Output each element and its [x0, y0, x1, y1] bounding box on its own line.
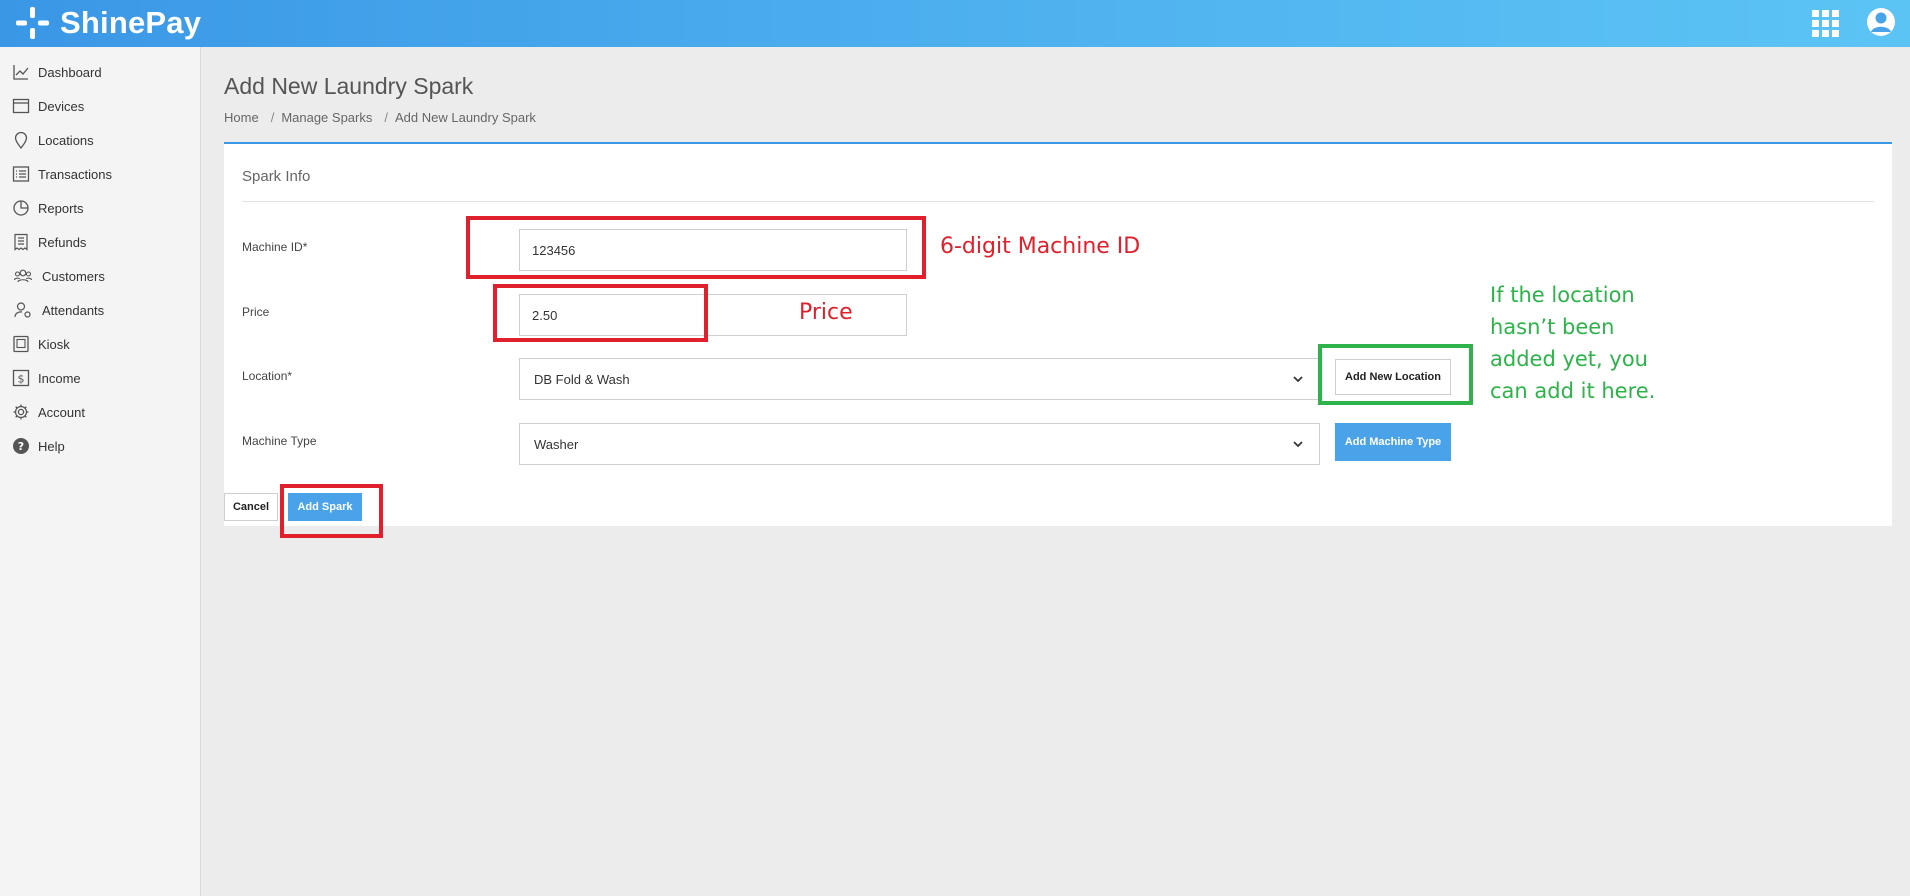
help-circle-icon: ?: [13, 438, 29, 454]
sidebar-item-account[interactable]: Account: [0, 397, 200, 427]
sidebar: Dashboard Devices Locations Transactions…: [0, 47, 201, 896]
sidebar-item-label: Attendants: [42, 302, 105, 318]
plus-spark-icon: [16, 7, 49, 39]
sidebar-item-kiosk[interactable]: Kiosk: [0, 329, 200, 359]
cancel-button[interactable]: Cancel: [224, 493, 278, 521]
kiosk-icon: [13, 335, 29, 353]
sidebar-item-attendants[interactable]: Attendants: [0, 295, 200, 325]
chevron-down-icon: [1293, 441, 1303, 448]
location-annotation-line: can add it here.: [1490, 379, 1656, 403]
window-icon: [12, 98, 30, 114]
sidebar-item-devices[interactable]: Devices: [0, 91, 200, 121]
machine-type-selected-value: Washer: [534, 436, 579, 452]
chart-line-icon: [13, 65, 29, 80]
sidebar-item-label: Dashboard: [38, 64, 102, 80]
top-header-bar: ShinePay: [0, 0, 1910, 47]
page-title: Add New Laundry Spark: [224, 73, 474, 99]
gear-icon: [13, 404, 29, 420]
machine-id-annotation: 6-digit Machine ID: [940, 234, 1141, 259]
machine-type-select[interactable]: Washer: [519, 423, 1320, 465]
sidebar-item-transactions[interactable]: Transactions: [0, 159, 200, 189]
machine-type-label: Machine Type: [242, 434, 317, 448]
breadcrumb-manage-sparks[interactable]: Manage Sparks: [281, 110, 372, 125]
sidebar-item-customers[interactable]: Customers: [0, 261, 200, 291]
location-label: Location*: [242, 369, 293, 383]
machine-id-label: Machine ID*: [242, 240, 308, 254]
users-icon: [13, 269, 33, 283]
app-name: ShinePay: [60, 5, 202, 40]
user-account-button[interactable]: [1866, 7, 1896, 37]
machine-id-highlight: [466, 216, 926, 279]
sidebar-item-income[interactable]: $ Income: [0, 363, 200, 393]
price-annotation: Price: [799, 300, 853, 325]
section-divider: [242, 201, 1874, 202]
list-icon: [12, 166, 30, 182]
add-location-highlight: [1318, 344, 1473, 405]
sidebar-item-reports[interactable]: Reports: [0, 193, 200, 223]
breadcrumb-current: Add New Laundry Spark: [395, 110, 536, 125]
apps-grid-icon: [1812, 10, 1839, 37]
pie-chart-icon: [13, 200, 29, 216]
svg-text:$: $: [18, 373, 25, 386]
app-logo[interactable]: ShinePay: [14, 4, 201, 42]
dollar-icon: $: [12, 369, 30, 387]
sidebar-item-label: Help: [38, 438, 65, 454]
price-highlight: [493, 284, 708, 342]
location-annotation-line: hasn’t been: [1490, 315, 1615, 339]
svg-text:?: ?: [18, 440, 24, 453]
location-selected-value: DB Fold & Wash: [534, 371, 630, 387]
sidebar-item-label: Account: [38, 404, 85, 420]
breadcrumb-separator: /: [270, 110, 275, 125]
sidebar-item-label: Refunds: [38, 234, 87, 250]
apps-grid-button[interactable]: [1812, 10, 1839, 37]
location-select[interactable]: DB Fold & Wash: [519, 358, 1320, 400]
sidebar-item-label: Devices: [38, 98, 85, 114]
sidebar-item-help[interactable]: ? Help: [0, 431, 200, 461]
receipt-icon: [14, 233, 28, 251]
sidebar-item-label: Kiosk: [38, 336, 70, 352]
sidebar-item-label: Locations: [38, 132, 94, 148]
price-label: Price: [242, 305, 270, 319]
sidebar-item-locations[interactable]: Locations: [0, 125, 200, 155]
sidebar-item-refunds[interactable]: Refunds: [0, 227, 200, 257]
chevron-down-icon: [1293, 376, 1303, 383]
sidebar-item-label: Transactions: [38, 166, 112, 182]
add-machine-type-button[interactable]: Add Machine Type: [1335, 423, 1451, 461]
user-account-icon: [1867, 8, 1895, 36]
breadcrumb: Home / Manage Sparks / Add New Laundry S…: [224, 110, 536, 125]
user-gear-icon: [14, 302, 31, 318]
location-annotation: If the location hasn’t been added yet, y…: [1490, 279, 1690, 407]
sidebar-item-dashboard[interactable]: Dashboard: [0, 57, 200, 87]
add-spark-highlight: [280, 484, 383, 538]
breadcrumb-home[interactable]: Home: [224, 110, 259, 125]
location-annotation-line: added yet, you: [1490, 347, 1648, 371]
sidebar-item-label: Customers: [42, 268, 105, 284]
section-title: Spark Info: [242, 168, 311, 185]
sidebar-item-label: Income: [38, 370, 81, 386]
sidebar-item-label: Reports: [38, 200, 84, 216]
breadcrumb-separator: /: [384, 110, 388, 125]
location-annotation-line: If the location: [1490, 283, 1635, 307]
map-pin-icon: [14, 131, 28, 149]
